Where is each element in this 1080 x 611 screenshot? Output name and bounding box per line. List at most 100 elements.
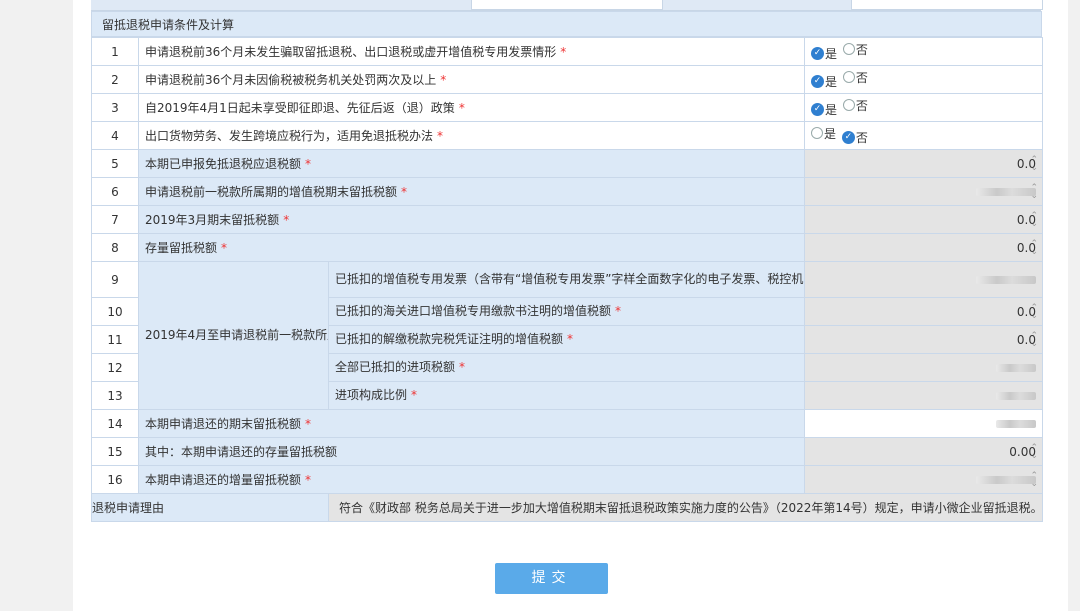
reason-row: 退税申请理由 符合《财政部 税务总局关于进一步加大增值税期末留抵退税政策实施力度… <box>91 493 1043 522</box>
row-number: 9 <box>91 261 139 298</box>
table-row: 16 本期申请退还的增量留抵税额 * ⌃ ⌄ <box>91 465 1043 494</box>
row-label: 已抵扣的海关进口增值税专用缴款书注明的增值税额 * <box>328 297 805 326</box>
amount-field[interactable]: 0.0 ⌃ ⌄ <box>804 149 1043 178</box>
amount-field[interactable]: 0.0 ⌃ ⌄ <box>804 297 1043 326</box>
table-row: 3 自2019年4月1日起未享受即征即退、先征后返（退）政策 * ✓ 是 否 <box>91 93 1043 122</box>
spinner-icon[interactable]: ⌃ ⌄ <box>1030 211 1038 228</box>
amount-field[interactable]: ⌃ ⌄ <box>804 177 1043 206</box>
row-number: 10 <box>91 297 139 326</box>
radio-no[interactable]: 否 <box>842 97 868 114</box>
section-title: 留抵退税申请条件及计算 <box>91 11 1042 37</box>
yes-no-radio-group[interactable]: ✓ 是 否 <box>804 65 1043 94</box>
amount-field[interactable] <box>804 353 1043 382</box>
row-label: 其中：本期申请退还的存量留抵税额 <box>138 437 805 466</box>
amount-input[interactable] <box>804 409 1043 438</box>
row-number: 16 <box>91 465 139 494</box>
spinner-icon[interactable]: ⌃ ⌄ <box>1030 183 1038 200</box>
row-number: 8 <box>91 233 139 262</box>
top-select-1[interactable] <box>471 0 663 10</box>
check-icon: ✓ <box>811 47 824 61</box>
group-label: 2019年4月至申请退税前一税款所属期 <box>138 261 329 410</box>
amount-field[interactable]: 0.00 ⌃ ⌄ <box>804 437 1043 466</box>
radio-circle-icon <box>842 43 855 56</box>
yes-no-radio-group[interactable]: ✓ 是 否 <box>804 93 1043 122</box>
row-label: 存量留抵税额 * <box>138 233 805 262</box>
radio-no[interactable]: 否 <box>842 41 868 58</box>
amount-field[interactable]: 0.0 ⌃ ⌄ <box>804 233 1043 262</box>
amount-field[interactable] <box>804 381 1043 410</box>
radio-circle-icon <box>811 127 823 140</box>
table-row: 8 存量留抵税额 * 0.0 ⌃ ⌄ <box>91 233 1043 262</box>
redacted-value <box>976 476 1036 484</box>
table-row: 6 申请退税前一税款所属期的增值税期末留抵税额 * ⌃ ⌄ <box>91 177 1043 206</box>
row-label: 已抵扣的解缴税款完税凭证注明的增值税额 * <box>328 325 805 354</box>
row-number: 13 <box>91 381 139 410</box>
row-number: 6 <box>91 177 139 206</box>
submit-button[interactable]: 提交 <box>495 563 608 594</box>
redacted-value <box>996 364 1036 372</box>
radio-circle-icon <box>842 99 855 112</box>
check-icon: ✓ <box>841 131 855 145</box>
table-row: 7 2019年3月期末留抵税额 * 0.0 ⌃ ⌄ <box>91 205 1043 234</box>
redacted-value <box>996 392 1036 400</box>
row-label: 本期申请退还的增量留抵税额 * <box>138 465 805 494</box>
table-row: 14 本期申请退还的期末留抵税额 * <box>91 409 1043 438</box>
table-row: 2 申请退税前36个月未因偷税被税务机关处罚两次及以上 * ✓ 是 否 <box>91 65 1043 94</box>
row-label: 自2019年4月1日起未享受即征即退、先征后返（退）政策 * <box>138 93 805 122</box>
radio-no[interactable]: ✓ 否 <box>841 129 868 146</box>
row-label: 全部已抵扣的进项税额 * <box>328 353 805 382</box>
row-number: 15 <box>91 437 139 466</box>
spinner-icon[interactable]: ⌃ ⌄ <box>1030 303 1038 320</box>
redacted-value <box>996 420 1036 428</box>
row-label: 进项构成比例 * <box>328 381 805 410</box>
row-number: 5 <box>91 149 139 178</box>
spinner-icon[interactable]: ⌃ ⌄ <box>1030 331 1038 348</box>
radio-yes[interactable]: ✓ 是 <box>811 101 837 118</box>
yes-no-radio-group[interactable]: 是 ✓ 否 <box>804 121 1043 150</box>
reason-label: 退税申请理由 <box>91 493 329 522</box>
radio-no[interactable]: 否 <box>842 69 868 86</box>
radio-yes[interactable]: ✓ 是 <box>811 45 837 62</box>
redacted-value <box>976 188 1036 196</box>
row-label: 申请退税前一税款所属期的增值税期末留抵税额 * <box>138 177 805 206</box>
amount-field[interactable]: 0.0 ⌃ ⌄ <box>804 325 1043 354</box>
row-label: 本期已申报免抵退税应退税额 * <box>138 149 805 178</box>
row-label: 申请退税前36个月未发生骗取留抵退税、出口退税或虚开增值税专用发票情形 * <box>138 37 805 66</box>
row-label: 出口货物劳务、发生跨境应税行为，适用免退抵税办法 * <box>138 121 805 150</box>
row-number: 1 <box>91 37 139 66</box>
radio-yes[interactable]: ✓ 是 <box>811 73 837 90</box>
amount-field[interactable]: 0.0 ⌃ ⌄ <box>804 205 1043 234</box>
table-row: 5 本期已申报免抵退税应退税额 * 0.0 ⌃ ⌄ <box>91 149 1043 178</box>
amount-field[interactable]: ⌃ ⌄ <box>804 465 1043 494</box>
row-number: 11 <box>91 325 139 354</box>
yes-no-radio-group[interactable]: ✓ 是 否 <box>804 37 1043 66</box>
table-row: 1 申请退税前36个月未发生骗取留抵退税、出口退税或虚开增值税专用发票情形 * ✓… <box>91 37 1043 66</box>
redacted-value <box>976 276 1036 284</box>
check-icon: ✓ <box>811 75 824 89</box>
row-number: 12 <box>91 353 139 382</box>
row-label: 2019年3月期末留抵税额 * <box>138 205 805 234</box>
reason-text[interactable]: 符合《财政部 税务总局关于进一步加大增值税期末留抵退税政策实施力度的公告》（20… <box>328 493 1043 522</box>
spinner-icon[interactable]: ⌃ ⌄ <box>1030 471 1038 488</box>
row-number: 14 <box>91 409 139 438</box>
amount-field[interactable] <box>804 261 1043 298</box>
row-number: 7 <box>91 205 139 234</box>
row-number: 4 <box>91 121 139 150</box>
top-strip <box>91 0 1043 11</box>
table-row: 9 2019年4月至申请退税前一税款所属期 已抵扣的增值税专用发票（含带有“增值… <box>91 261 1043 410</box>
row-label: 本期申请退还的期末留抵税额 * <box>138 409 805 438</box>
spinner-icon[interactable]: ⌃ ⌄ <box>1030 443 1038 460</box>
top-select-2[interactable] <box>851 0 1043 10</box>
row-number: 3 <box>91 93 139 122</box>
table-row: 15 其中：本期申请退还的存量留抵税额 0.00 ⌃ ⌄ <box>91 437 1043 466</box>
table-row: 4 出口货物劳务、发生跨境应税行为，适用免退抵税办法 * 是 ✓ 否 <box>91 121 1043 150</box>
spinner-icon[interactable]: ⌃ ⌄ <box>1030 155 1038 172</box>
radio-circle-icon <box>842 71 855 84</box>
row-label: 申请退税前36个月未因偷税被税务机关处罚两次及以上 * <box>138 65 805 94</box>
refund-table: 1 申请退税前36个月未发生骗取留抵退税、出口退税或虚开增值税专用发票情形 * ✓… <box>91 37 1043 522</box>
radio-yes[interactable]: 是 <box>811 125 836 142</box>
check-icon: ✓ <box>811 103 824 117</box>
row-label: 已抵扣的增值税专用发票（含带有“增值税专用发票”字样全面数字化的电子发票、税控机… <box>328 261 805 298</box>
row-number: 2 <box>91 65 139 94</box>
spinner-icon[interactable]: ⌃ ⌄ <box>1030 239 1038 256</box>
